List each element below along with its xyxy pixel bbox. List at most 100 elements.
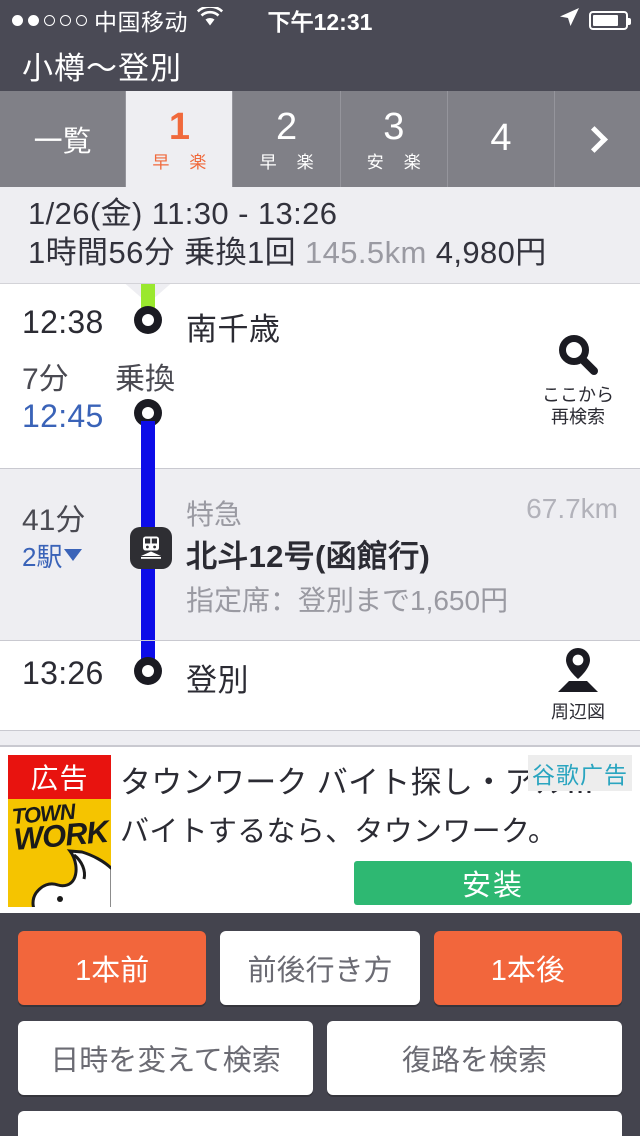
tab-list[interactable]: 一覧 [0, 91, 127, 187]
tab-route-4-number: 4 [490, 117, 512, 159]
arrival-time-wrap: 13:26 [22, 655, 132, 692]
ad-body: タウンワーク バイト探し・アル... バイトするなら、タウンワーク。 谷歌广告 [120, 754, 632, 850]
arrival-station-wrap: 登別 [186, 655, 530, 700]
transfer-label-wrap: 乗換 [115, 354, 175, 398]
map-pin-icon [554, 645, 602, 700]
leg-seat-wrap: 指定席：登別まで1,650円 [186, 579, 620, 619]
ad-banner[interactable]: 広告 TOWN WORK タウンワーク バイト探し・アル... バイトするなら、… [0, 744, 640, 913]
battery-icon [589, 10, 631, 30]
status-bar: 中国移动 下午12:31 [0, 0, 640, 40]
summary-fare: 4,980円 [435, 234, 547, 270]
route-card-arrival[interactable]: 13:26 登別 周辺図 [0, 640, 640, 731]
tab-route-1-number: 1 [168, 105, 190, 148]
tab-route-4[interactable]: 4 [448, 91, 556, 187]
app-root: 中国移动 下午12:31 小樽〜登別 一覧 1 早 楽 2 早 楽 3 安 楽 … [0, 0, 640, 1136]
result-tab-bar: 一覧 1 早 楽 2 早 楽 3 安 楽 4 [0, 91, 640, 187]
summary-transfers: 乗換1回 [184, 234, 296, 270]
route-detail-list: 12:38 南千歳 7分 乗換 12:45 ここから 再検索 41分 2駅 特急… [0, 283, 640, 745]
chevron-right-icon [581, 125, 608, 153]
departure-time: 12:38 [22, 303, 104, 340]
leg-distance: 67.7km [526, 492, 618, 524]
departure-time-wrap: 12:38 [22, 304, 132, 341]
bottom-action-row-1: 1本前 前後行き方 1本後 [18, 930, 623, 1005]
tab-badge-easy: 楽 [403, 152, 421, 172]
ad-subtitle: バイトするなら、タウンワーク。 [120, 815, 558, 848]
search-icon [555, 332, 601, 383]
research-from-here-label-1: ここから [542, 384, 614, 405]
route-card-departure[interactable]: 12:38 南千歳 7分 乗換 12:45 ここから 再検索 [0, 283, 640, 469]
ad-provider-badge[interactable]: 谷歌广告 [528, 754, 632, 791]
train-icon [130, 526, 172, 569]
summary-distance: 145.5km [305, 234, 427, 270]
route-summary: 1/26(金) 11:30 - 13:26 1時間56分 乗換1回 145.5k… [0, 187, 640, 284]
status-bar-left: 中国移动 [12, 3, 224, 37]
wifi-icon [196, 5, 224, 33]
arrival-time: 13:26 [22, 654, 104, 691]
rail-segment-blue-start [141, 420, 155, 469]
tab-route-2-badges: 早 楽 [260, 154, 314, 171]
area-map-button[interactable]: 周辺図 [532, 645, 624, 722]
leg-train-name: 北斗12号(函館行) [186, 538, 431, 574]
tab-next-button[interactable] [555, 91, 640, 187]
bottom-action-row-3 [18, 1110, 622, 1136]
ad-label: 広告 [8, 754, 111, 799]
leg-duration: 41分 [22, 503, 86, 537]
bottom-action-row-2: 日時を変えて検索 復路を検索 [18, 1020, 622, 1095]
location-arrow-icon [558, 6, 580, 34]
summary-duration: 1時間56分 [28, 234, 176, 270]
tab-badge-fast: 早 [152, 152, 170, 172]
tab-badge-fast: 早 [259, 152, 277, 172]
signal-strength-icon [12, 14, 87, 26]
next-train-button[interactable]: 1本後 [433, 930, 623, 1005]
tab-route-3-badges: 安 楽 [367, 154, 421, 171]
research-from-here-label-2: 再検索 [551, 406, 605, 427]
station-node-arrival [134, 656, 162, 685]
area-map-label: 周辺図 [551, 701, 605, 722]
status-bar-right [558, 6, 631, 34]
leg-seat-note: 指定席：登別まで1,650円 [186, 584, 509, 616]
research-from-here-button[interactable]: ここから 再検索 [532, 332, 624, 427]
departure-station-name: 南千歳 [186, 311, 281, 347]
tab-route-2[interactable]: 2 早 楽 [233, 91, 341, 187]
leg-stations-toggle[interactable]: 2駅 [22, 537, 132, 574]
route-list-gap [0, 730, 640, 745]
page-title-bar: 小樽〜登別 [0, 40, 640, 91]
bottom-action-bar: 1本前 前後行き方 1本後 日時を変えて検索 復路を検索 [0, 912, 640, 1136]
route-card-train-leg[interactable]: 41分 2駅 特急 67.7km 北斗12号(函館行) 指定席：登別まで1,65… [0, 468, 640, 641]
tab-route-1-badges: 早 楽 [152, 154, 206, 171]
tab-list-label: 一覧 [33, 126, 92, 158]
ad-logo-text: TOWN WORK [11, 798, 109, 857]
extra-action-button[interactable] [18, 1110, 622, 1136]
rail-column-leg [130, 468, 172, 640]
tab-route-3-number: 3 [383, 105, 405, 148]
caret-down-icon [64, 549, 83, 561]
ad-dog-illustration [31, 848, 111, 907]
tab-badge-cheap: 安 [366, 152, 384, 172]
arrival-station-name: 登別 [186, 662, 249, 698]
summary-details: 1時間56分 乗換1回 145.5km 4,980円 [28, 234, 640, 273]
tab-badge-easy: 楽 [189, 152, 207, 172]
tab-route-3[interactable]: 3 安 楽 [341, 91, 448, 187]
carrier-label: 中国移动 [94, 9, 188, 35]
page-title: 小樽〜登別 [22, 51, 182, 86]
transfer-label: 乗換 [115, 362, 175, 396]
return-route-button[interactable]: 復路を検索 [327, 1020, 622, 1095]
tab-route-1[interactable]: 1 早 楽 [126, 91, 234, 187]
leg-name-wrap: 北斗12号(函館行) [186, 531, 530, 576]
leg-stations-count: 2駅 [22, 541, 63, 572]
ad-install-button[interactable]: 安装 [354, 860, 632, 905]
change-datetime-button[interactable]: 日時を変えて検索 [18, 1020, 313, 1095]
summary-datetime: 1/26(金) 11:30 - 13:26 [28, 196, 338, 231]
leg-stations-wrap[interactable]: 2駅 [22, 537, 132, 574]
around-routes-button[interactable]: 前後行き方 [220, 930, 420, 1005]
ad-logo: 広告 TOWN WORK [8, 754, 111, 907]
previous-train-button[interactable]: 1本前 [18, 930, 207, 1005]
board-time-wrap: 12:45 [22, 398, 132, 435]
leg-duration-wrap: 41分 [22, 495, 132, 539]
board-time: 12:45 [22, 397, 104, 434]
departure-station-wrap: 南千歳 [186, 304, 530, 349]
tab-route-2-number: 2 [276, 105, 298, 148]
station-node-departure [134, 305, 162, 334]
tab-badge-easy: 楽 [296, 152, 314, 172]
rail-column-arrival [134, 640, 162, 730]
